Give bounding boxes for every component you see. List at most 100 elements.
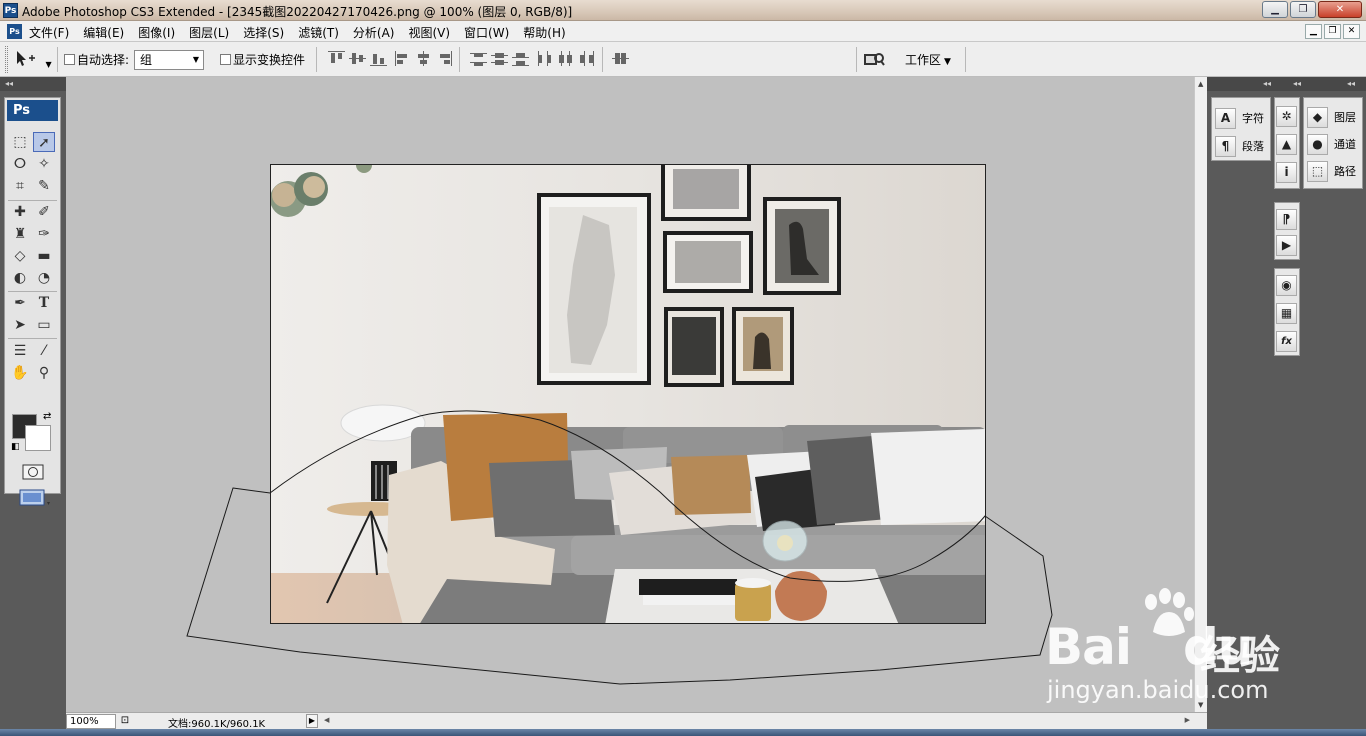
align-top-icon[interactable] <box>328 51 345 66</box>
notes-tool-icon[interactable]: ☰ <box>9 341 31 361</box>
default-colors-icon[interactable]: ◧ <box>11 442 20 452</box>
status-preview-icon[interactable]: ⊡ <box>118 714 132 728</box>
zoom-tool-icon[interactable]: ⚲ <box>33 363 55 383</box>
menu-edit[interactable]: 编辑(E) <box>83 24 124 41</box>
auto-align-layers-icon[interactable] <box>612 51 629 66</box>
shape-tool-icon[interactable]: ▭ <box>33 315 55 335</box>
align-hcenter-icon[interactable] <box>415 51 432 66</box>
scroll-right-icon[interactable]: ▶ <box>1185 716 1190 724</box>
navigator-panel-tab[interactable]: ✲ <box>1276 104 1297 128</box>
move-tool-icon[interactable]: ➚ <box>33 132 55 152</box>
distribute-hcenter-icon[interactable] <box>557 51 574 66</box>
hand-tool-icon[interactable]: ✋ <box>9 363 31 383</box>
eraser-tool-icon[interactable]: ◇ <box>9 246 31 266</box>
screen-mode-icon[interactable] <box>13 488 53 508</box>
tool-preset-picker[interactable]: ▼ <box>15 50 52 72</box>
info-panel-tab[interactable]: i <box>1276 160 1297 184</box>
doc-close-button[interactable]: ✕ <box>1343 24 1360 39</box>
channels-panel-tab[interactable]: ● 通道 <box>1307 132 1356 156</box>
workspace-menu[interactable]: 工作区 ▼ <box>905 51 951 68</box>
distribute-vcenter-icon[interactable] <box>491 51 508 66</box>
path-selection-tool-icon[interactable]: ➤ <box>9 315 31 335</box>
blur-tool-icon[interactable]: ◐ <box>9 268 31 288</box>
paths-panel-tab[interactable]: ⬚ 路径 <box>1307 159 1356 183</box>
collapse-panels-icon[interactable]: ◂◂ <box>1263 77 1271 91</box>
close-button[interactable]: ✕ <box>1318 1 1362 18</box>
crop-tool-icon[interactable]: ⌗ <box>9 176 31 196</box>
paragraph-panel-tab[interactable]: ¶ 段落 <box>1215 134 1264 158</box>
doc-minimize-button[interactable]: ▁ <box>1305 24 1322 39</box>
minimize-button[interactable]: ▁ <box>1262 1 1288 18</box>
quick-mask-icon[interactable] <box>13 463 53 481</box>
workspace-label: 工作区 <box>905 53 942 67</box>
restore-button[interactable]: ❐ <box>1290 1 1316 18</box>
image-canvas[interactable] <box>270 164 986 624</box>
menu-image[interactable]: 图像(I) <box>138 24 175 41</box>
histogram-icon: ▲ <box>1276 133 1297 155</box>
character-icon: A <box>1215 107 1236 129</box>
toolbox-collapse[interactable]: ◂◂ <box>0 77 66 91</box>
menu-file[interactable]: 文件(F) <box>29 24 69 41</box>
menu-layer[interactable]: 图层(L) <box>189 24 229 41</box>
healing-brush-tool-icon[interactable]: ✚ <box>9 202 31 222</box>
distribute-top-icon[interactable] <box>470 51 487 66</box>
menu-analysis[interactable]: 分析(A) <box>353 24 395 41</box>
paths-label: 路径 <box>1334 165 1356 178</box>
align-right-icon[interactable] <box>436 51 453 66</box>
document-logo-icon[interactable]: Ps <box>7 24 22 39</box>
history-brush-tool-icon[interactable]: ✑ <box>33 224 55 244</box>
auto-select-dropdown[interactable]: 组 ▼ <box>134 50 204 70</box>
eyedropper-tool-icon[interactable]: ⁄ <box>33 341 55 361</box>
collapse-panels-icon[interactable]: ◂◂ <box>1293 77 1301 91</box>
pen-tool-icon[interactable]: ✒ <box>9 293 31 313</box>
color-icon: ◉ <box>1276 274 1297 296</box>
distribute-right-icon[interactable] <box>578 51 595 66</box>
distribute-left-icon[interactable] <box>536 51 553 66</box>
horizontal-scrollbar[interactable]: ◀ ▶ <box>322 716 1192 727</box>
swatches-panel-tab[interactable]: ▦ <box>1276 301 1297 325</box>
layers-icon: ◆ <box>1307 106 1328 128</box>
brush-tool-icon[interactable]: ✐ <box>33 202 55 222</box>
vertical-scrollbar[interactable]: ▲ ▼ <box>1194 77 1207 712</box>
layers-panel-tab[interactable]: ◆ 图层 <box>1307 105 1356 129</box>
character-panel-tab[interactable]: A 字符 <box>1215 106 1264 130</box>
windows-taskbar[interactable] <box>0 729 1366 736</box>
marquee-tool-icon[interactable]: ⬚ <box>9 132 31 152</box>
menu-help[interactable]: 帮助(H) <box>523 24 565 41</box>
background-color-swatch[interactable] <box>25 425 51 451</box>
menu-filter[interactable]: 滤镜(T) <box>298 24 339 41</box>
magic-wand-tool-icon[interactable]: ✧ <box>33 154 55 174</box>
lasso-tool-icon[interactable]: ⵔ <box>9 154 31 174</box>
histogram-panel-tab[interactable]: ▲ <box>1276 132 1297 156</box>
distribute-vertical-buttons <box>470 51 529 66</box>
status-menu-button[interactable]: ▶ <box>306 714 318 728</box>
align-left-icon[interactable] <box>394 51 411 66</box>
distribute-bottom-icon[interactable] <box>512 51 529 66</box>
zoom-level-field[interactable]: 100% <box>66 714 116 729</box>
photoshop-logo-icon[interactable]: Ps <box>7 100 58 121</box>
scroll-left-icon[interactable]: ◀ <box>324 716 329 724</box>
history-panel-tab[interactable]: ⁋ <box>1276 207 1297 231</box>
options-bar-grip[interactable] <box>5 46 8 73</box>
align-vcenter-icon[interactable] <box>349 51 366 66</box>
slice-tool-icon[interactable]: ✎ <box>33 176 55 196</box>
scroll-down-icon[interactable]: ▼ <box>1198 701 1203 709</box>
color-panel-tab[interactable]: ◉ <box>1276 273 1297 297</box>
menu-select[interactable]: 选择(S) <box>243 24 284 41</box>
swap-colors-icon[interactable]: ⇄ <box>43 411 51 422</box>
menu-window[interactable]: 窗口(W) <box>464 24 509 41</box>
show-transform-checkbox[interactable] <box>220 54 231 65</box>
menu-view[interactable]: 视图(V) <box>408 24 450 41</box>
actions-panel-tab[interactable]: ▶ <box>1276 233 1297 257</box>
align-bottom-icon[interactable] <box>370 51 387 66</box>
clone-stamp-tool-icon[interactable]: ♜ <box>9 224 31 244</box>
collapse-panels-icon[interactable]: ◂◂ <box>1347 77 1355 91</box>
dodge-tool-icon[interactable]: ◔ <box>33 268 55 288</box>
type-tool-icon[interactable]: T <box>33 293 55 313</box>
gradient-tool-icon[interactable]: ▬ <box>33 246 55 266</box>
doc-restore-button[interactable]: ❐ <box>1324 24 1341 39</box>
styles-panel-tab[interactable]: fx <box>1276 329 1297 353</box>
scroll-up-icon[interactable]: ▲ <box>1198 80 1203 88</box>
bridge-icon[interactable] <box>863 51 885 68</box>
auto-select-checkbox[interactable] <box>64 54 75 65</box>
